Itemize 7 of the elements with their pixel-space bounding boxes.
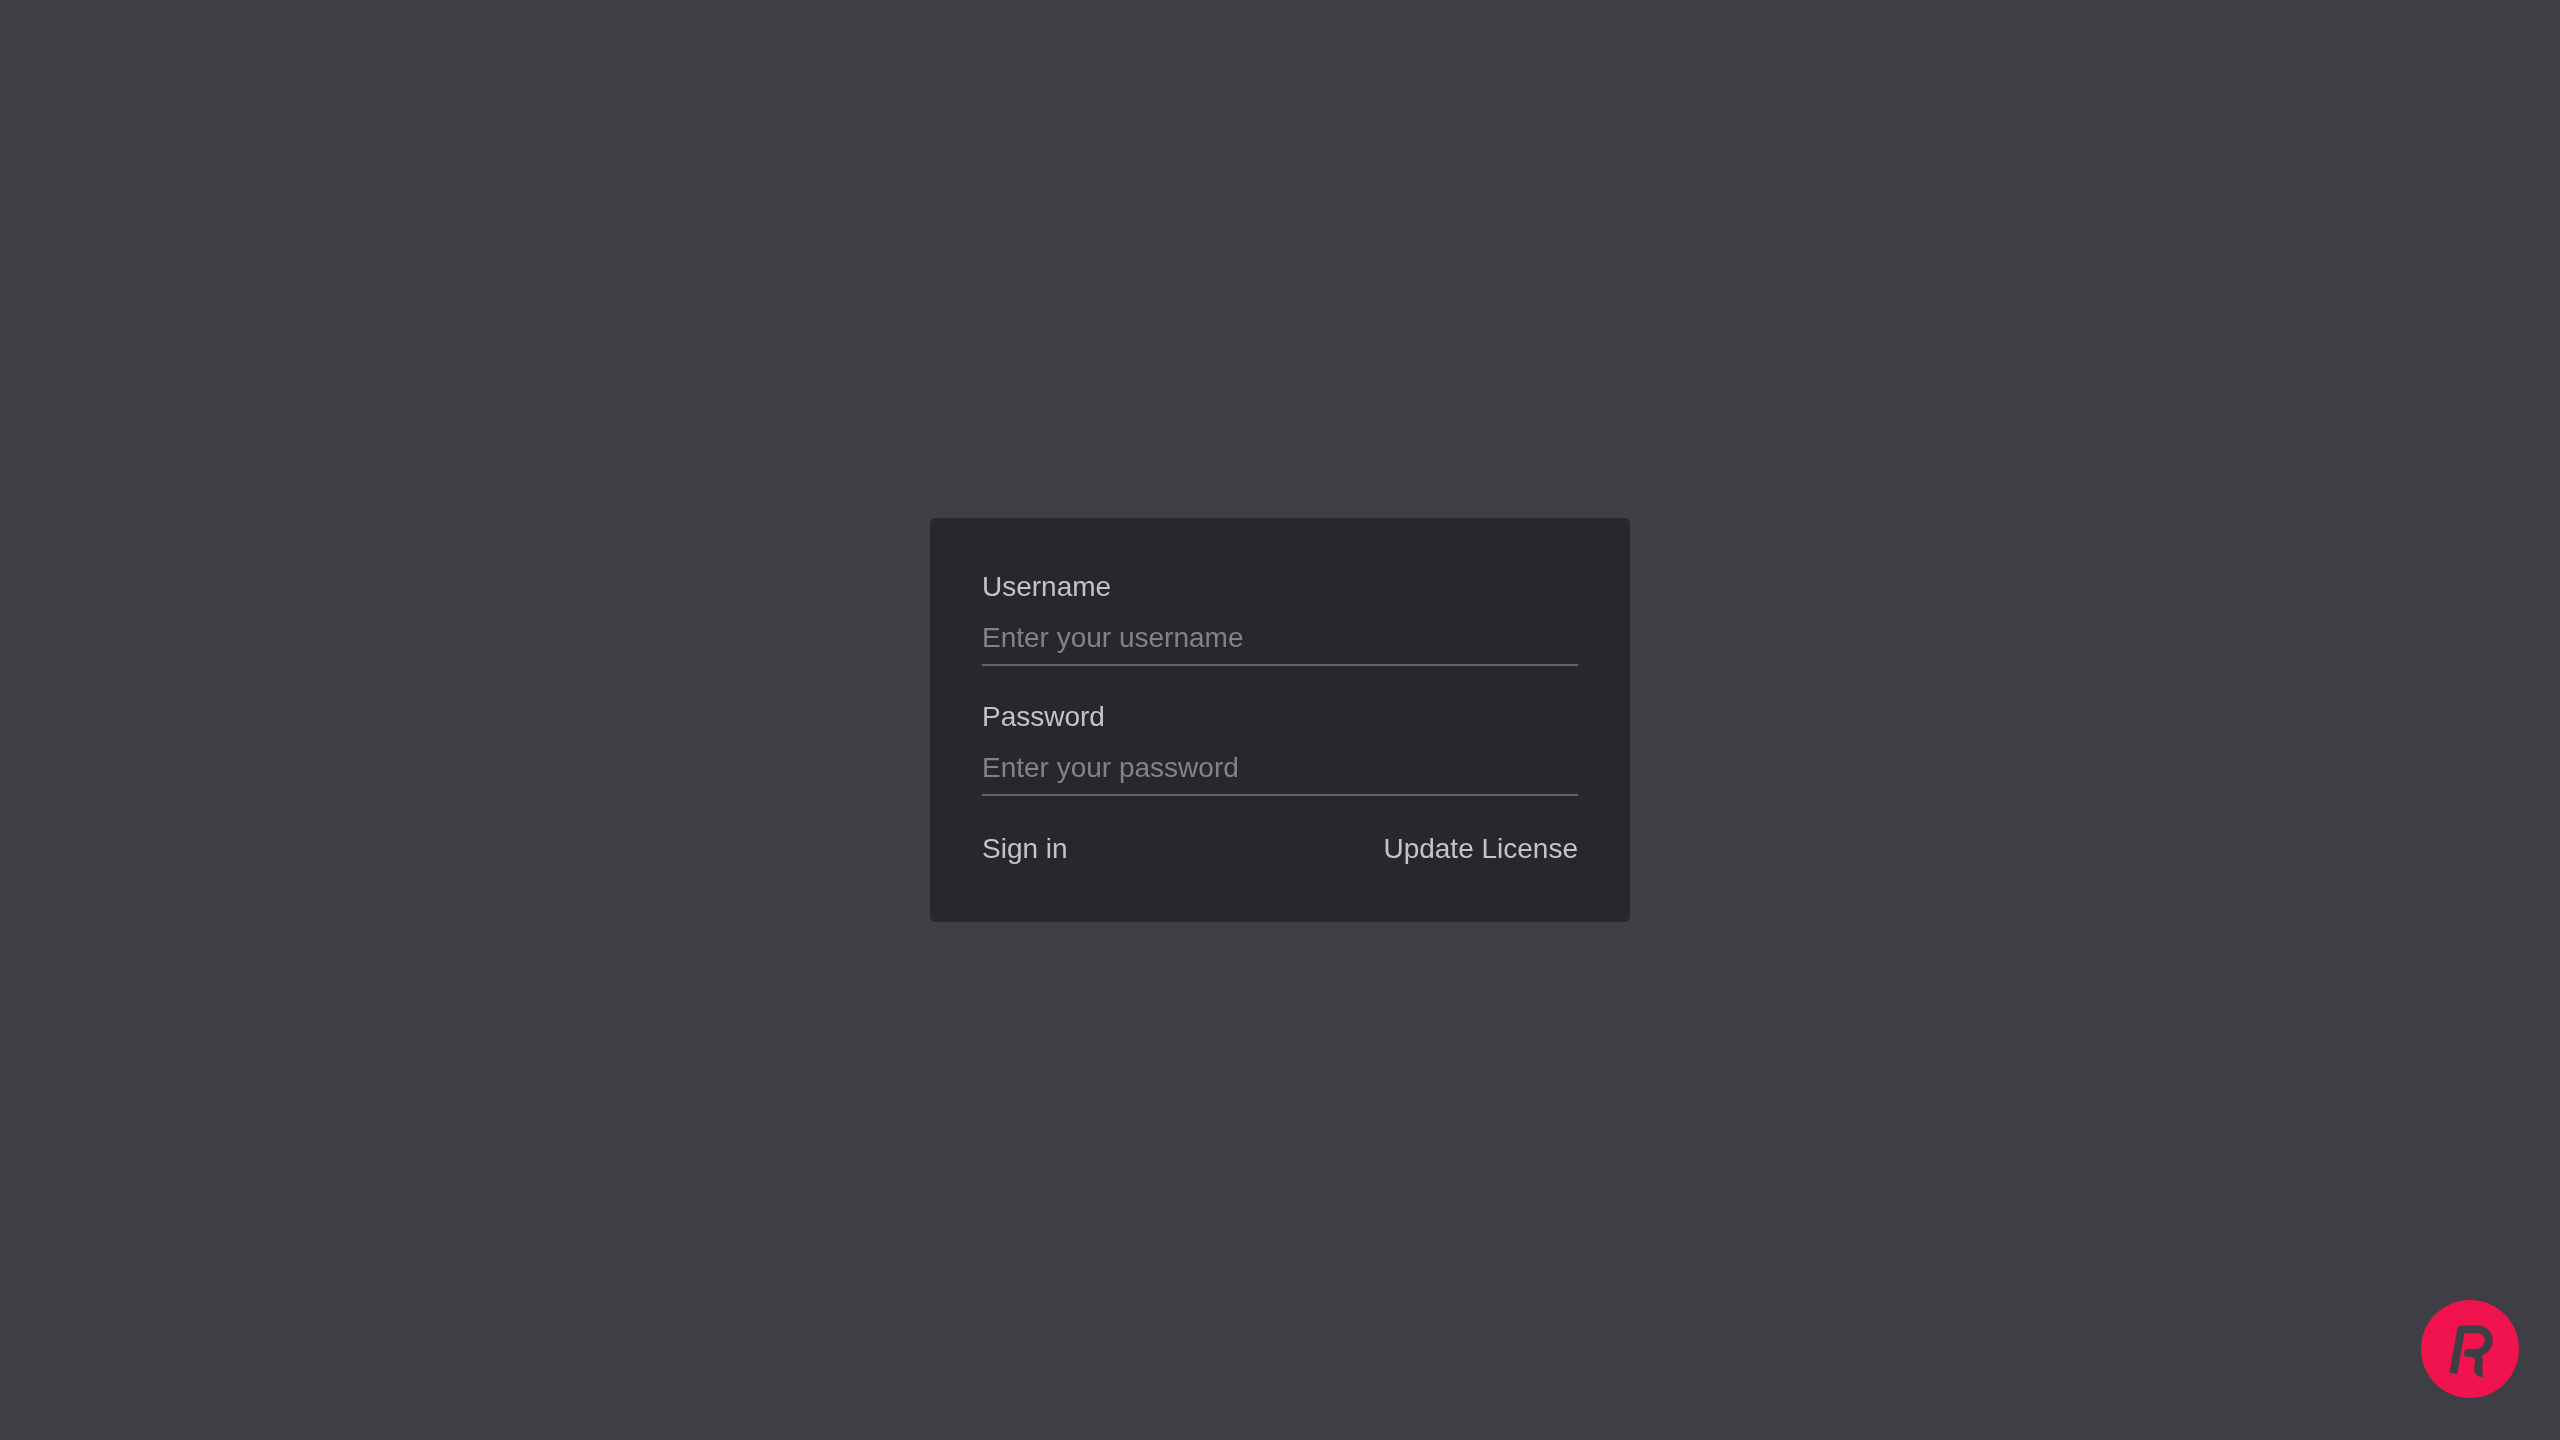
sign-in-button[interactable]: Sign in (982, 832, 1068, 866)
field-label: Username (982, 570, 1112, 604)
input-field[interactable]: Enter your username (982, 622, 1578, 666)
field-label: Password (982, 700, 1105, 734)
input-field[interactable]: Enter your password (982, 752, 1578, 796)
update-license-button[interactable]: Update License (1383, 832, 1578, 866)
logo-icon (2421, 1300, 2519, 1398)
